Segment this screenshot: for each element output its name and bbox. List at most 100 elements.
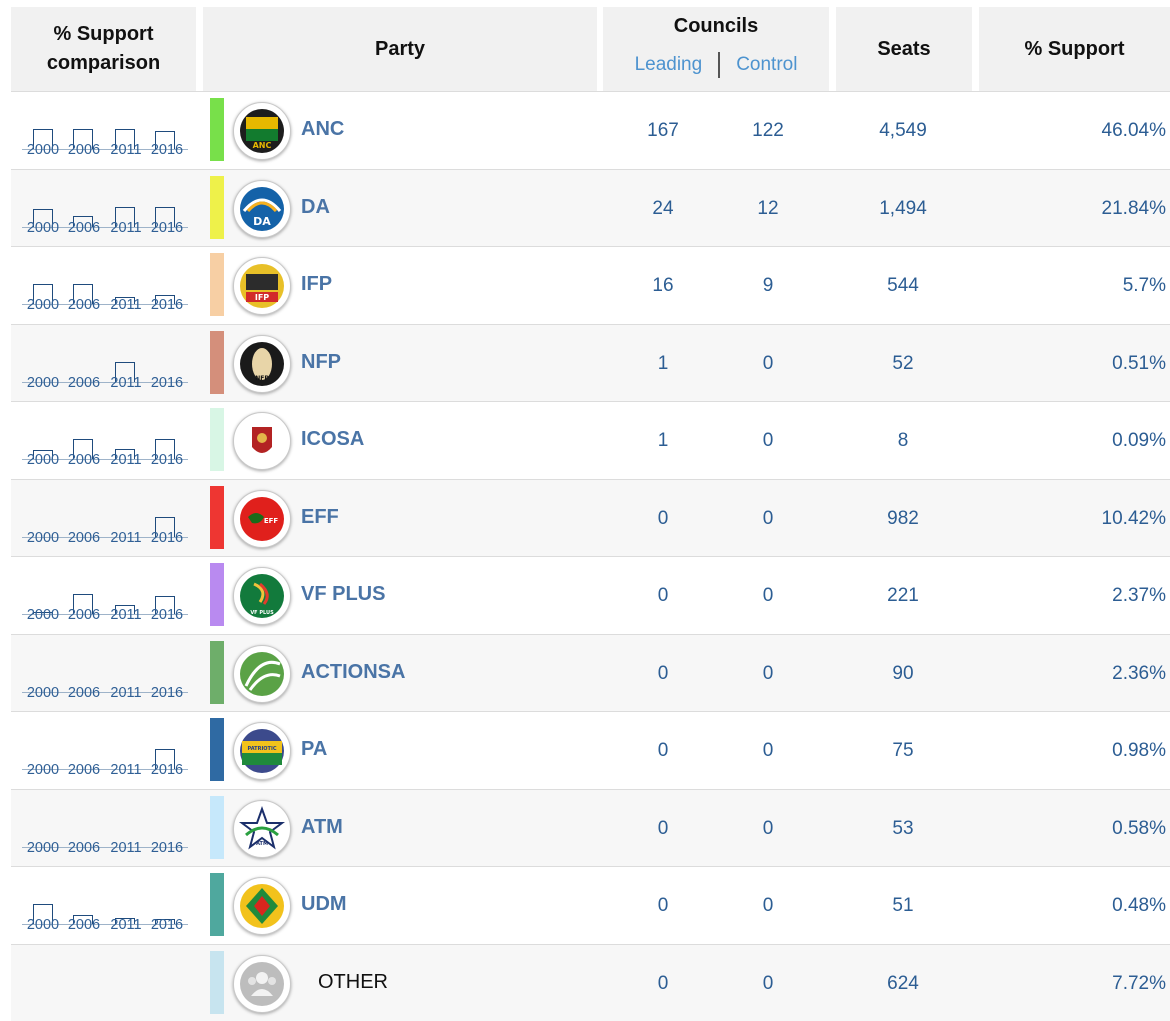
sort-leading-link[interactable]: Leading: [635, 54, 703, 76]
table-row: 2000 2006 2011 2016 IFP IFP 16 9 544 5.7%: [11, 246, 1170, 323]
year-label: 2006: [67, 375, 101, 391]
year-label: 2000: [26, 297, 60, 313]
party-name[interactable]: ICOSA: [301, 428, 364, 451]
table-row: 2000 2006 2011 2016 NFP NFP 1 0 52 0.51%: [11, 324, 1170, 401]
header-seats: Seats: [836, 7, 972, 91]
group-icon: [233, 955, 291, 1013]
seats-value: 544: [887, 275, 919, 296]
party-name[interactable]: ANC: [301, 118, 344, 141]
councils-control: 0: [762, 508, 774, 529]
atm-logo: ATM: [233, 800, 291, 858]
support-history-chart: 2000 2006 2011 2016: [22, 170, 190, 247]
party-color-swatch: [210, 98, 224, 161]
svg-text:EFF: EFF: [264, 517, 279, 525]
party-color-swatch: [210, 176, 224, 239]
councils-leading: 0: [657, 818, 669, 839]
year-label: 2011: [110, 917, 142, 933]
councils-subheaders: Leading Control: [635, 51, 797, 78]
svg-text:NFP: NFP: [255, 375, 269, 382]
table-row: 2000 2006 2011 2016 UDM 0 0 51 0.48%: [11, 866, 1170, 943]
councils-control: 122: [752, 120, 784, 141]
councils-control: 0: [762, 663, 774, 684]
year-label: 2006: [67, 762, 101, 778]
year-label: 2000: [26, 840, 60, 856]
party-name: OTHER: [318, 971, 388, 993]
table-row: 2000 2006 2011 2016 ACTIONSA 0 0 90 2.36%: [11, 634, 1170, 711]
year-label: 2016: [150, 762, 184, 778]
seats-value: 4,549: [879, 120, 927, 141]
da-logo: DA: [233, 180, 291, 238]
header-party: Party: [203, 7, 597, 91]
party-name[interactable]: PA: [301, 738, 327, 761]
table-row: 2000 2006 2011 2016 ATM ATM 0 0 53 0.58%: [11, 789, 1170, 866]
councils-leading: 16: [652, 275, 674, 296]
support-history-chart: 2000 2006 2011 2016: [22, 712, 190, 789]
seats-value: 53: [892, 818, 914, 839]
party-name[interactable]: VF PLUS: [301, 583, 385, 606]
seats-value: 982: [887, 508, 919, 529]
year-label: 2006: [67, 917, 101, 933]
support-value: 2.36%: [1112, 663, 1166, 684]
svg-text:ATM: ATM: [256, 841, 268, 847]
party-name[interactable]: NFP: [301, 351, 341, 374]
year-label: 2006: [67, 220, 101, 236]
table-row: 2000 2006 2011 2016 ICOSA 1 0 8 0.09%: [11, 401, 1170, 478]
year-label: 2011: [110, 142, 142, 158]
ifp-logo: IFP: [233, 257, 291, 315]
year-label: 2016: [150, 607, 184, 623]
year-label: 2000: [26, 607, 60, 623]
councils-leading: 24: [652, 198, 674, 219]
support-history-chart: 2000 2006 2011 2016: [22, 867, 190, 944]
councils-leading: 0: [657, 663, 669, 684]
svg-text:PATRIOTIC: PATRIOTIC: [248, 746, 277, 752]
party-name[interactable]: ACTIONSA: [301, 661, 405, 684]
year-label: 2006: [67, 297, 101, 313]
year-label: 2006: [67, 530, 101, 546]
party-name[interactable]: UDM: [301, 893, 347, 916]
councils-leading: 0: [657, 585, 669, 606]
nfp-logo: NFP: [233, 335, 291, 393]
councils-control: 0: [762, 430, 774, 451]
table-row: 2000 2006 2011 2016 DA DA 24 12 1,494 21.84%: [11, 169, 1170, 246]
year-label: 2016: [150, 375, 184, 391]
seats-value: 90: [892, 663, 914, 684]
party-name[interactable]: ATM: [301, 816, 343, 839]
year-label: 2016: [150, 452, 184, 468]
table-row: 2000 2006 2011 2016 ANC ANC 167 122 4,549 46.04%: [11, 91, 1170, 168]
party-name[interactable]: EFF: [301, 506, 339, 529]
year-label: 2000: [26, 220, 60, 236]
councils-leading: 0: [657, 508, 669, 529]
year-label: 2016: [150, 142, 184, 158]
year-label: 2016: [150, 530, 184, 546]
seats-value: 75: [892, 740, 914, 761]
support-history-chart: 2000 2006 2011 2016: [22, 557, 190, 634]
header-support: % Support: [979, 7, 1170, 91]
sort-control-link[interactable]: Control: [736, 54, 797, 76]
party-name[interactable]: IFP: [301, 273, 332, 296]
udm-logo: [233, 877, 291, 935]
year-label: 2006: [67, 452, 101, 468]
seats-value: 624: [887, 973, 919, 994]
councils-control: 0: [762, 895, 774, 916]
councils-control: 0: [762, 585, 774, 606]
party-name[interactable]: DA: [301, 196, 330, 219]
eff-logo: EFF: [233, 490, 291, 548]
seats-value: 8: [897, 430, 909, 451]
year-label: 2011: [110, 840, 142, 856]
councils-control: 0: [762, 818, 774, 839]
support-history-chart: 2000 2006 2011 2016: [22, 480, 190, 557]
table-row: 2000 2006 2011 2016 PATRIOTIC PA 0 0 75 0.98%: [11, 711, 1170, 788]
party-color-swatch: [210, 796, 224, 859]
party-color-swatch: [210, 641, 224, 704]
vfplus-logo: VF PLUS: [233, 567, 291, 625]
councils-control: 0: [762, 973, 774, 994]
header-councils: Councils Leading Control: [603, 7, 829, 91]
year-label: 2000: [26, 142, 60, 158]
seats-value: 52: [892, 353, 914, 374]
support-value: 2.37%: [1112, 585, 1166, 606]
year-label: 2000: [26, 685, 60, 701]
icosa-logo: [233, 412, 291, 470]
councils-leading: 0: [657, 973, 669, 994]
support-history-chart: 2000 2006 2011 2016: [22, 92, 190, 169]
party-color-swatch: [210, 563, 224, 626]
